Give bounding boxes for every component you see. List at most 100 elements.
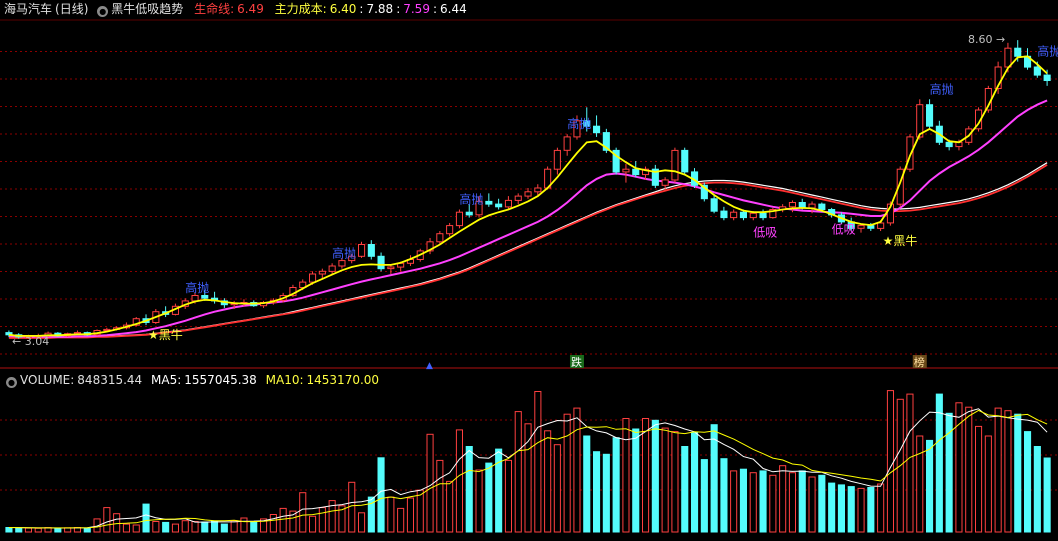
candle[interactable] [1033, 66, 1041, 76]
volume-bar[interactable] [113, 513, 121, 533]
volume-bar[interactable] [935, 393, 943, 533]
volume-bar[interactable] [818, 474, 826, 533]
volume-bar[interactable] [661, 427, 669, 533]
candle[interactable] [818, 203, 826, 211]
volume-bar[interactable] [632, 428, 640, 533]
volume-bar[interactable] [798, 470, 806, 533]
candle[interactable] [720, 210, 728, 219]
candle[interactable] [465, 211, 473, 216]
volume-bar[interactable] [965, 406, 973, 533]
candle[interactable] [563, 136, 571, 151]
volume-bar[interactable] [730, 470, 738, 533]
volume-bar[interactable] [269, 514, 277, 533]
volume-bar[interactable] [681, 446, 689, 533]
candle[interactable] [661, 179, 669, 186]
volume-bar[interactable] [5, 527, 13, 533]
volume-bar[interactable] [769, 474, 777, 533]
volume-bar[interactable] [906, 393, 914, 533]
candle[interactable] [681, 149, 689, 173]
volume-bar[interactable] [34, 527, 42, 533]
volume-bar[interactable] [1043, 457, 1051, 533]
volume-bar[interactable] [387, 496, 395, 533]
candle[interactable] [387, 266, 395, 270]
volume-bar[interactable] [426, 433, 434, 533]
volume-bar[interactable] [828, 482, 836, 533]
volume-bar[interactable] [455, 429, 463, 533]
candle[interactable] [749, 212, 757, 219]
volume-bar[interactable] [975, 425, 983, 533]
volume-bar[interactable] [83, 527, 91, 533]
volume-bar[interactable] [622, 418, 630, 533]
candle[interactable] [446, 225, 454, 235]
volume-bar[interactable] [994, 407, 1002, 533]
volume-bar[interactable] [240, 517, 248, 533]
volume-bar[interactable] [465, 446, 473, 533]
volume-bar[interactable] [250, 521, 258, 533]
volume-bar[interactable] [485, 462, 493, 533]
candle[interactable] [338, 260, 346, 267]
candle[interactable] [455, 211, 463, 227]
volume-bar[interactable] [475, 469, 483, 533]
volume-bar[interactable] [553, 444, 561, 533]
candle[interactable] [201, 295, 209, 299]
volume-bar[interactable] [309, 515, 317, 533]
volume-bar[interactable] [406, 497, 414, 533]
candle[interactable] [1014, 47, 1022, 57]
volume-bar[interactable] [181, 520, 189, 533]
candle[interactable] [632, 168, 640, 176]
volume-bar[interactable] [926, 439, 934, 533]
candle[interactable] [504, 199, 512, 208]
volume-bar[interactable] [514, 411, 522, 533]
volume-bar[interactable] [837, 484, 846, 533]
volume-bar[interactable] [857, 487, 865, 533]
candle[interactable] [759, 212, 767, 219]
volume-bar[interactable] [691, 432, 699, 533]
volume-bar[interactable] [886, 390, 895, 533]
volume-bar[interactable] [877, 483, 885, 533]
volume-bar[interactable] [759, 470, 767, 533]
volume-bar[interactable] [867, 487, 875, 533]
candle[interactable] [857, 225, 865, 229]
volume-settings-circle-icon[interactable]: ● [6, 377, 17, 388]
volume-bar[interactable] [162, 521, 170, 533]
volume-bar[interactable] [142, 503, 150, 533]
candle[interactable] [788, 202, 797, 208]
candle[interactable] [553, 149, 561, 170]
candle[interactable] [534, 187, 542, 193]
volume-bar[interactable] [1004, 410, 1012, 533]
volume-bar[interactable] [739, 468, 748, 533]
volume-bar[interactable] [1014, 413, 1022, 533]
volume-bar[interactable] [583, 435, 591, 533]
candle[interactable] [318, 270, 326, 275]
volume-bar[interactable] [299, 492, 307, 533]
volume-bar[interactable] [593, 451, 601, 533]
volume-bar[interactable] [289, 510, 297, 533]
candle[interactable] [808, 203, 816, 209]
volume-bar[interactable] [524, 423, 532, 533]
candle[interactable] [514, 195, 522, 201]
volume-bar[interactable] [710, 424, 718, 533]
volume-bar[interactable] [1033, 446, 1041, 533]
candle[interactable] [739, 211, 748, 219]
candle[interactable] [309, 273, 317, 283]
volume-bar[interactable] [54, 527, 62, 533]
volume-bar[interactable] [279, 507, 287, 533]
candle[interactable] [377, 255, 385, 270]
candle[interactable] [1043, 74, 1051, 81]
candle[interactable] [710, 198, 718, 212]
volume-bar[interactable] [211, 520, 219, 533]
volume-bar[interactable] [132, 524, 140, 533]
volume-bar[interactable] [749, 472, 757, 533]
volume-bar[interactable] [671, 431, 679, 533]
volume-bar[interactable] [916, 435, 924, 533]
candle[interactable] [730, 211, 738, 219]
volume-bar[interactable] [563, 413, 571, 533]
volume-bar[interactable] [720, 458, 728, 533]
candle[interactable] [495, 203, 503, 208]
volume-bar[interactable] [612, 437, 620, 533]
volume-bar[interactable] [15, 527, 23, 533]
volume-bar[interactable] [397, 507, 405, 533]
volume-label[interactable]: VOLUME: [20, 373, 74, 387]
volume-bar[interactable] [642, 418, 650, 533]
volume-bar[interactable] [534, 391, 542, 533]
